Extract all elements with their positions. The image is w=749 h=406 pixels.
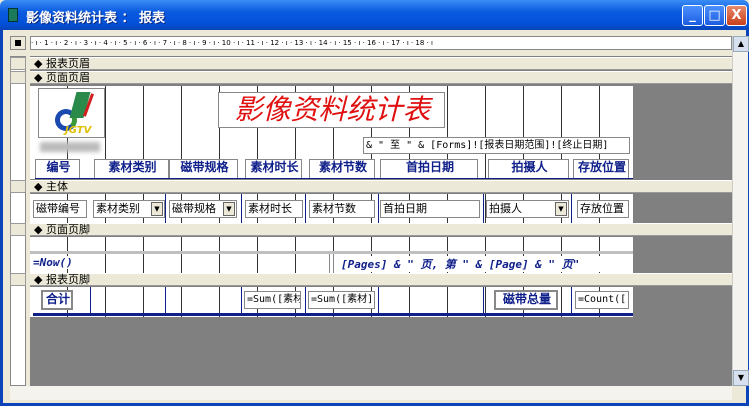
- header-label[interactable]: 磁带规格: [169, 159, 238, 179]
- field-duration[interactable]: 素材时长: [245, 200, 303, 218]
- header-label[interactable]: 存放位置: [573, 159, 629, 179]
- count-field[interactable]: =Count([(: [575, 291, 629, 309]
- vertical-ruler[interactable]: [10, 56, 26, 386]
- field-first-date[interactable]: 首拍日期: [380, 200, 480, 218]
- section-selector[interactable]: [10, 273, 26, 286]
- field-value: 拍摄人: [489, 202, 522, 215]
- report-selector[interactable]: [10, 36, 26, 50]
- dropdown-arrow-icon[interactable]: ▼: [151, 202, 163, 216]
- section-label: 主体: [45, 180, 68, 193]
- report-icon: [8, 8, 18, 22]
- combo-photographer[interactable]: 拍摄人 ▼: [486, 200, 569, 218]
- section-bar-report-header[interactable]: ◆ 报表页眉: [30, 57, 732, 70]
- section-bar-page-header[interactable]: ◆ 页面页眉: [30, 71, 732, 84]
- footer-bottom-line: [33, 313, 633, 316]
- vertical-scrollbar[interactable]: ▲ ▼: [732, 36, 749, 386]
- section-label: 页面页眉: [45, 71, 90, 84]
- section-selector[interactable]: [10, 223, 26, 236]
- combo-tape-spec[interactable]: 磁带规格 ▼: [169, 200, 237, 218]
- logo-image[interactable]: JGTV: [38, 88, 105, 138]
- field-tape-number[interactable]: 磁带编号: [33, 200, 87, 218]
- section-label: 报表页眉: [45, 57, 90, 70]
- field-value: 磁带规格: [172, 202, 216, 215]
- section-bar-detail[interactable]: ◆ 主体: [30, 180, 732, 193]
- control-separator: [329, 254, 334, 273]
- header-underline: [35, 178, 633, 179]
- header-label[interactable]: 首拍日期: [380, 159, 478, 179]
- header-label[interactable]: 素材时长: [245, 159, 302, 179]
- total-label[interactable]: 合计: [41, 290, 73, 310]
- page-footer-section[interactable]: =Now() [Pages] & " 页, 第 " & [Page] & " 页…: [30, 237, 633, 273]
- section-bar-report-footer[interactable]: ◆ 报表页脚: [30, 273, 732, 286]
- close-button[interactable]: X: [726, 5, 747, 26]
- logo-text: JGTV: [65, 125, 92, 136]
- field-location[interactable]: 存放位置: [577, 200, 629, 218]
- field-segments[interactable]: 素材节数: [309, 200, 375, 218]
- header-label[interactable]: 素材节数: [309, 159, 375, 179]
- section-bar-page-footer[interactable]: ◆ 页面页脚: [30, 223, 732, 236]
- horizontal-ruler[interactable]: · ı · 1 · ı · 2 · ı · 3 · ı · 4 · ı · 5 …: [30, 36, 732, 50]
- section-label: 报表页脚: [45, 273, 90, 286]
- header-label[interactable]: 素材类别: [94, 159, 169, 179]
- scroll-down-icon[interactable]: ▼: [733, 370, 749, 386]
- report-title-label[interactable]: 影像资料统计表: [218, 92, 445, 128]
- sum-duration-field[interactable]: =Sum([素材: [244, 291, 301, 309]
- header-label[interactable]: 编号: [35, 159, 80, 179]
- section-selector[interactable]: [10, 57, 26, 70]
- now-expression[interactable]: =Now(): [33, 256, 73, 269]
- header-label[interactable]: 拍摄人: [488, 159, 569, 179]
- field-value: 素材类别: [96, 202, 140, 215]
- detail-section[interactable]: 磁带编号 素材类别 ▼ 磁带规格 ▼ 素材时长 素材节数 首拍日期 拍摄人 ▼ 存放位…: [30, 194, 633, 223]
- scroll-up-icon[interactable]: ▲: [733, 36, 749, 52]
- combo-material-type[interactable]: 素材类别 ▼: [93, 200, 165, 218]
- sum-segments-field[interactable]: =Sum([素材]: [308, 291, 375, 309]
- window-title: 影像资料统计表 ： 报表: [26, 11, 166, 26]
- minimize-button[interactable]: _: [682, 5, 703, 26]
- section-selector[interactable]: [10, 71, 26, 84]
- section-selector[interactable]: [10, 180, 26, 193]
- blurred-logo-caption: [40, 142, 100, 152]
- page-header-section[interactable]: JGTV 影像资料统计表 & " 至 " & [Forms]![报表日期范围]!…: [30, 86, 633, 179]
- maximize-button[interactable]: □: [704, 5, 725, 26]
- report-footer-section[interactable]: 合计 =Sum([素材 =Sum([素材] 磁带总量 =Count([(: [30, 287, 633, 317]
- horizontal-scrollbar[interactable]: [10, 386, 732, 400]
- dropdown-arrow-icon[interactable]: ▼: [555, 202, 567, 216]
- date-range-expression[interactable]: & " 至 " & [Forms]![报表日期范围]![终止日期]: [363, 137, 630, 154]
- section-label: 页面页脚: [45, 223, 90, 236]
- dropdown-arrow-icon[interactable]: ▼: [223, 202, 235, 216]
- tape-total-label[interactable]: 磁带总量: [494, 290, 558, 310]
- page-number-expression[interactable]: [Pages] & " 页, 第 " & [Page] & " 页": [341, 256, 632, 272]
